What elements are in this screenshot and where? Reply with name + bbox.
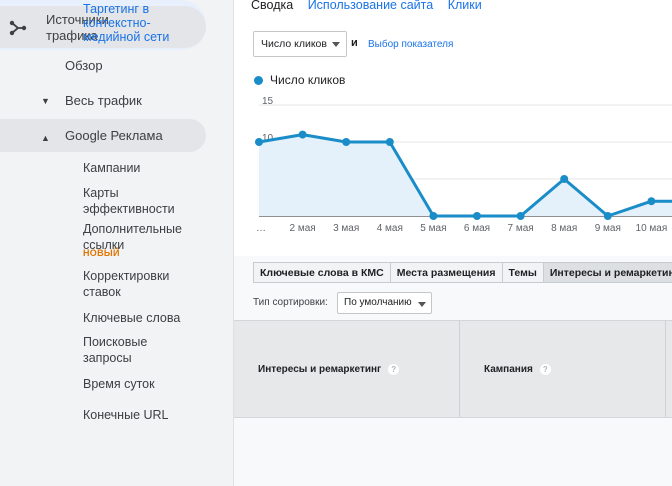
- x-tick-label: 7 мая: [507, 223, 533, 234]
- x-tick-label: 5 мая: [420, 223, 446, 234]
- x-tick-label: 10 мая: [636, 223, 668, 234]
- data-point: [516, 212, 525, 220]
- sidebar-item-label: Google Реклама: [65, 128, 163, 143]
- table-header: Интересы и ремаркетинг? Кампания?: [234, 320, 672, 418]
- y-tick-label: 15: [262, 96, 274, 107]
- data-point: [560, 175, 569, 183]
- clicks-chart: 51015…2 мая3 мая4 мая5 мая6 мая7 мая8 ма…: [255, 96, 672, 234]
- select-metric-link[interactable]: Выбор показателя: [368, 39, 453, 50]
- sidebar-item-hour-of-day[interactable]: Время суток: [83, 376, 203, 392]
- sidebar-item-label: Таргетинг в контекстно-медийной сети: [83, 2, 170, 44]
- caret-down-icon: [332, 42, 340, 47]
- explorer-panel: Сводка Использование сайта Клики Число к…: [234, 0, 672, 256]
- caret-down-icon: [418, 302, 426, 307]
- metric-dropdown-value: Число кликов: [261, 38, 327, 50]
- sidebar-item-search-queries[interactable]: Поисковые запросы: [83, 334, 163, 366]
- data-point: [603, 212, 612, 220]
- legend-label: Число кликов: [270, 73, 346, 87]
- x-tick-label: 3 мая: [333, 223, 359, 234]
- column-header-interests[interactable]: Интересы и ремаркетинг?: [234, 321, 460, 417]
- sort-type-dropdown[interactable]: По умолчанию: [337, 292, 432, 314]
- sidebar-item-campaigns[interactable]: Кампании: [83, 160, 203, 176]
- sidebar: Источники трафика Обзор ▼ Весь трафик ▲ …: [0, 0, 234, 486]
- data-point: [255, 138, 263, 146]
- data-point: [473, 212, 481, 220]
- sidebar-item-all-traffic[interactable]: Весь трафик: [65, 93, 142, 109]
- main-content: Сводка Использование сайта Клики Число к…: [234, 0, 672, 486]
- sort-type-label: Тип сортировки:: [253, 297, 328, 308]
- sidebar-item-bid-adjustments[interactable]: Корректировки ставок: [83, 268, 188, 300]
- x-tick-label: 6 мая: [464, 223, 490, 234]
- tab-placements[interactable]: Места размещения: [391, 263, 503, 282]
- explorer-tabs: Сводка Использование сайта Клики: [251, 0, 493, 12]
- data-point: [342, 138, 351, 146]
- data-point: [385, 138, 394, 146]
- sidebar-item-final-urls[interactable]: Конечные URL: [83, 407, 203, 423]
- and-label: и: [351, 37, 358, 49]
- x-tick-label: 8 мая: [551, 223, 577, 234]
- x-tick-label: …: [256, 223, 266, 234]
- sidebar-item-overview[interactable]: Обзор: [65, 58, 103, 74]
- help-icon[interactable]: ?: [388, 364, 400, 375]
- x-tick-label: 2 мая: [289, 223, 315, 234]
- metric-dropdown[interactable]: Число кликов: [253, 31, 347, 57]
- chevron-up-icon: ▲: [41, 133, 50, 143]
- help-icon[interactable]: ?: [539, 364, 551, 375]
- tab-summary[interactable]: Сводка: [251, 0, 293, 12]
- tab-display-keywords[interactable]: Ключевые слова в КМС: [254, 263, 391, 282]
- legend-marker: [254, 76, 263, 85]
- column-header-label: Интересы и ремаркетинг: [258, 364, 382, 376]
- tab-clicks[interactable]: Клики: [448, 0, 482, 12]
- sidebar-item-keywords[interactable]: Ключевые слова: [83, 310, 203, 326]
- table-tabs: Ключевые слова в КМС Места размещения Те…: [253, 262, 672, 283]
- tab-topics[interactable]: Темы: [503, 263, 544, 282]
- column-header-label: Кампания: [484, 364, 533, 376]
- data-point: [298, 130, 307, 139]
- chevron-down-icon[interactable]: ▼: [41, 96, 50, 106]
- sidebar-item-treemaps[interactable]: Карты эффективности: [83, 185, 193, 217]
- tab-interests-remarketing[interactable]: Интересы и ремаркетинг: [543, 263, 672, 282]
- app-root: Источники трафика Обзор ▼ Весь трафик ▲ …: [0, 0, 672, 486]
- column-header-campaign[interactable]: Кампания?: [460, 321, 666, 417]
- x-tick-label: 4 мая: [377, 223, 403, 234]
- new-badge: НОВЫЙ: [83, 248, 120, 258]
- sort-type-value: По умолчанию: [344, 297, 412, 308]
- traffic-sources-icon: [9, 20, 27, 36]
- data-point: [429, 212, 438, 220]
- data-point: [647, 197, 656, 206]
- x-tick-label: 9 мая: [595, 223, 621, 234]
- tab-site-usage[interactable]: Использование сайта: [308, 0, 434, 12]
- sidebar-item-google-ads[interactable]: ▲ Google Реклама: [0, 119, 206, 152]
- series-area: [259, 134, 672, 216]
